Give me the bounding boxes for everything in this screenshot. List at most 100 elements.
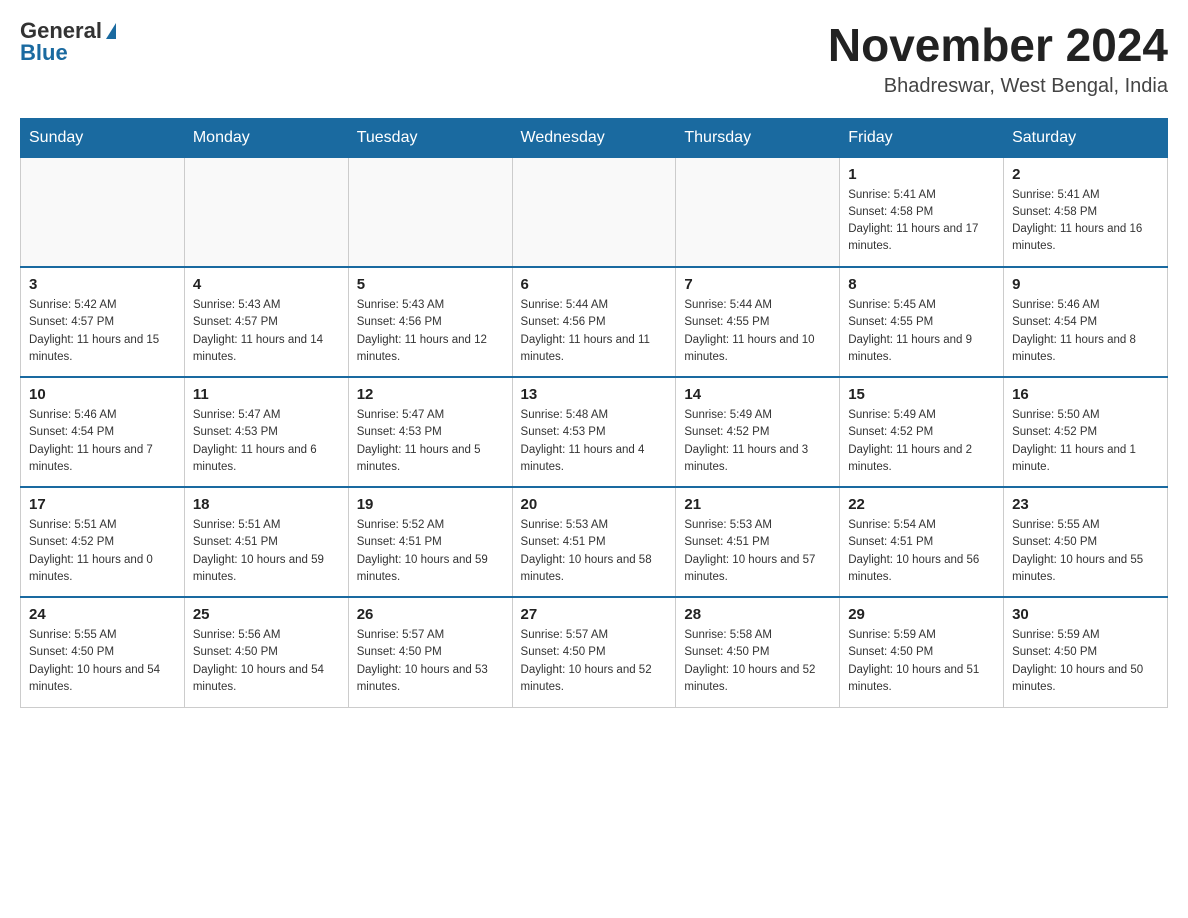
day-number: 25 [193, 606, 340, 623]
day-info: Sunrise: 5:53 AMSunset: 4:51 PMDaylight:… [684, 517, 831, 586]
column-header-friday: Friday [840, 118, 1004, 157]
day-info: Sunrise: 5:51 AMSunset: 4:51 PMDaylight:… [193, 517, 340, 586]
day-number: 16 [1012, 386, 1159, 403]
logo-general-text: General [20, 20, 102, 42]
calendar-header-row: SundayMondayTuesdayWednesdayThursdayFrid… [21, 118, 1168, 157]
table-row: 4 Sunrise: 5:43 AMSunset: 4:57 PMDaylight… [184, 267, 348, 377]
day-number: 26 [357, 606, 504, 623]
day-info: Sunrise: 5:49 AMSunset: 4:52 PMDaylight:… [848, 407, 995, 476]
calendar-week-row: 10 Sunrise: 5:46 AMSunset: 4:54 PMDayligh… [21, 377, 1168, 487]
table-row: 19Sunrise: 5:52 AMSunset: 4:51 PMDayligh… [348, 487, 512, 597]
table-row: 9 Sunrise: 5:46 AMSunset: 4:54 PMDaylight… [1004, 267, 1168, 377]
table-row: 6 Sunrise: 5:44 AMSunset: 4:56 PMDaylight… [512, 267, 676, 377]
table-row [184, 157, 348, 267]
day-number: 24 [29, 606, 176, 623]
table-row: 7Sunrise: 5:44 AMSunset: 4:55 PMDaylight… [676, 267, 840, 377]
column-header-saturday: Saturday [1004, 118, 1168, 157]
day-info: Sunrise: 5:50 AMSunset: 4:52 PMDaylight:… [1012, 407, 1159, 476]
day-info: Sunrise: 5:46 AMSunset: 4:54 PMDaylight:… [29, 407, 176, 476]
calendar-week-row: 24 Sunrise: 5:55 AMSunset: 4:50 PMDayligh… [21, 597, 1168, 707]
calendar-week-row: 3 Sunrise: 5:42 AMSunset: 4:57 PMDaylight… [21, 267, 1168, 377]
table-row: 23 Sunrise: 5:55 AMSunset: 4:50 PMDayligh… [1004, 487, 1168, 597]
table-row [512, 157, 676, 267]
table-row: 12 Sunrise: 5:47 AMSunset: 4:53 PMDayligh… [348, 377, 512, 487]
day-info: Sunrise: 5:58 AMSunset: 4:50 PMDaylight:… [684, 627, 831, 696]
table-row: 18 Sunrise: 5:51 AMSunset: 4:51 PMDayligh… [184, 487, 348, 597]
table-row: 21 Sunrise: 5:53 AMSunset: 4:51 PMDayligh… [676, 487, 840, 597]
location-label: Bhadreswar, West Bengal, India [828, 75, 1168, 98]
day-info: Sunrise: 5:57 AMSunset: 4:50 PMDaylight:… [357, 627, 504, 696]
table-row: 26 Sunrise: 5:57 AMSunset: 4:50 PMDayligh… [348, 597, 512, 707]
table-row: 8 Sunrise: 5:45 AMSunset: 4:55 PMDaylight… [840, 267, 1004, 377]
column-header-sunday: Sunday [21, 118, 185, 157]
day-info: Sunrise: 5:49 AMSunset: 4:52 PMDaylight:… [684, 407, 831, 476]
table-row [21, 157, 185, 267]
title-section: November 2024 Bhadreswar, West Bengal, I… [828, 20, 1168, 98]
day-number: 3 [29, 276, 176, 293]
month-title: November 2024 [828, 20, 1168, 71]
day-number: 17 [29, 496, 176, 513]
day-info: Sunrise: 5:51 AMSunset: 4:52 PMDaylight:… [29, 517, 176, 586]
table-row: 14Sunrise: 5:49 AMSunset: 4:52 PMDayligh… [676, 377, 840, 487]
day-info: Sunrise: 5:48 AMSunset: 4:53 PMDaylight:… [521, 407, 668, 476]
table-row: 16 Sunrise: 5:50 AMSunset: 4:52 PMDayligh… [1004, 377, 1168, 487]
table-row: 11 Sunrise: 5:47 AMSunset: 4:53 PMDayligh… [184, 377, 348, 487]
column-header-monday: Monday [184, 118, 348, 157]
day-number: 11 [193, 386, 340, 403]
day-number: 10 [29, 386, 176, 403]
day-info: Sunrise: 5:47 AMSunset: 4:53 PMDaylight:… [193, 407, 340, 476]
day-info: Sunrise: 5:44 AMSunset: 4:56 PMDaylight:… [521, 297, 668, 366]
calendar-table: SundayMondayTuesdayWednesdayThursdayFrid… [20, 118, 1168, 708]
day-info: Sunrise: 5:41 AMSunset: 4:58 PMDaylight:… [1012, 187, 1159, 256]
day-info: Sunrise: 5:42 AMSunset: 4:57 PMDaylight:… [29, 297, 176, 366]
day-number: 20 [521, 496, 668, 513]
day-info: Sunrise: 5:57 AMSunset: 4:50 PMDaylight:… [521, 627, 668, 696]
table-row: 15 Sunrise: 5:49 AMSunset: 4:52 PMDayligh… [840, 377, 1004, 487]
day-info: Sunrise: 5:55 AMSunset: 4:50 PMDaylight:… [29, 627, 176, 696]
table-row [676, 157, 840, 267]
day-number: 27 [521, 606, 668, 623]
day-info: Sunrise: 5:45 AMSunset: 4:55 PMDaylight:… [848, 297, 995, 366]
day-info: Sunrise: 5:43 AMSunset: 4:56 PMDaylight:… [357, 297, 504, 366]
table-row: 28 Sunrise: 5:58 AMSunset: 4:50 PMDayligh… [676, 597, 840, 707]
table-row: 10 Sunrise: 5:46 AMSunset: 4:54 PMDayligh… [21, 377, 185, 487]
day-number: 5 [357, 276, 504, 293]
table-row: 13Sunrise: 5:48 AMSunset: 4:53 PMDayligh… [512, 377, 676, 487]
day-info: Sunrise: 5:44 AMSunset: 4:55 PMDaylight:… [684, 297, 831, 366]
logo: General Blue [20, 20, 116, 64]
day-info: Sunrise: 5:59 AMSunset: 4:50 PMDaylight:… [848, 627, 995, 696]
day-number: 18 [193, 496, 340, 513]
day-info: Sunrise: 5:46 AMSunset: 4:54 PMDaylight:… [1012, 297, 1159, 366]
column-header-thursday: Thursday [676, 118, 840, 157]
day-info: Sunrise: 5:43 AMSunset: 4:57 PMDaylight:… [193, 297, 340, 366]
table-row: 27 Sunrise: 5:57 AMSunset: 4:50 PMDayligh… [512, 597, 676, 707]
day-info: Sunrise: 5:55 AMSunset: 4:50 PMDaylight:… [1012, 517, 1159, 586]
day-number: 8 [848, 276, 995, 293]
day-info: Sunrise: 5:47 AMSunset: 4:53 PMDaylight:… [357, 407, 504, 476]
day-number: 23 [1012, 496, 1159, 513]
calendar-week-row: 17 Sunrise: 5:51 AMSunset: 4:52 PMDayligh… [21, 487, 1168, 597]
table-row: 5 Sunrise: 5:43 AMSunset: 4:56 PMDaylight… [348, 267, 512, 377]
table-row: 1 Sunrise: 5:41 AMSunset: 4:58 PMDaylight… [840, 157, 1004, 267]
column-header-wednesday: Wednesday [512, 118, 676, 157]
day-info: Sunrise: 5:52 AMSunset: 4:51 PMDaylight:… [357, 517, 504, 586]
logo-blue-text: Blue [20, 42, 68, 64]
table-row: 24 Sunrise: 5:55 AMSunset: 4:50 PMDayligh… [21, 597, 185, 707]
day-number: 9 [1012, 276, 1159, 293]
day-number: 1 [848, 166, 995, 183]
day-number: 2 [1012, 166, 1159, 183]
day-number: 4 [193, 276, 340, 293]
day-number: 12 [357, 386, 504, 403]
day-info: Sunrise: 5:59 AMSunset: 4:50 PMDaylight:… [1012, 627, 1159, 696]
day-number: 6 [521, 276, 668, 293]
day-number: 28 [684, 606, 831, 623]
day-number: 15 [848, 386, 995, 403]
table-row: 3 Sunrise: 5:42 AMSunset: 4:57 PMDaylight… [21, 267, 185, 377]
day-info: Sunrise: 5:56 AMSunset: 4:50 PMDaylight:… [193, 627, 340, 696]
day-number: 22 [848, 496, 995, 513]
day-info: Sunrise: 5:41 AMSunset: 4:58 PMDaylight:… [848, 187, 995, 256]
table-row: 29Sunrise: 5:59 AMSunset: 4:50 PMDayligh… [840, 597, 1004, 707]
day-info: Sunrise: 5:54 AMSunset: 4:51 PMDaylight:… [848, 517, 995, 586]
page-header: General Blue November 2024 Bhadreswar, W… [20, 20, 1168, 98]
day-number: 21 [684, 496, 831, 513]
